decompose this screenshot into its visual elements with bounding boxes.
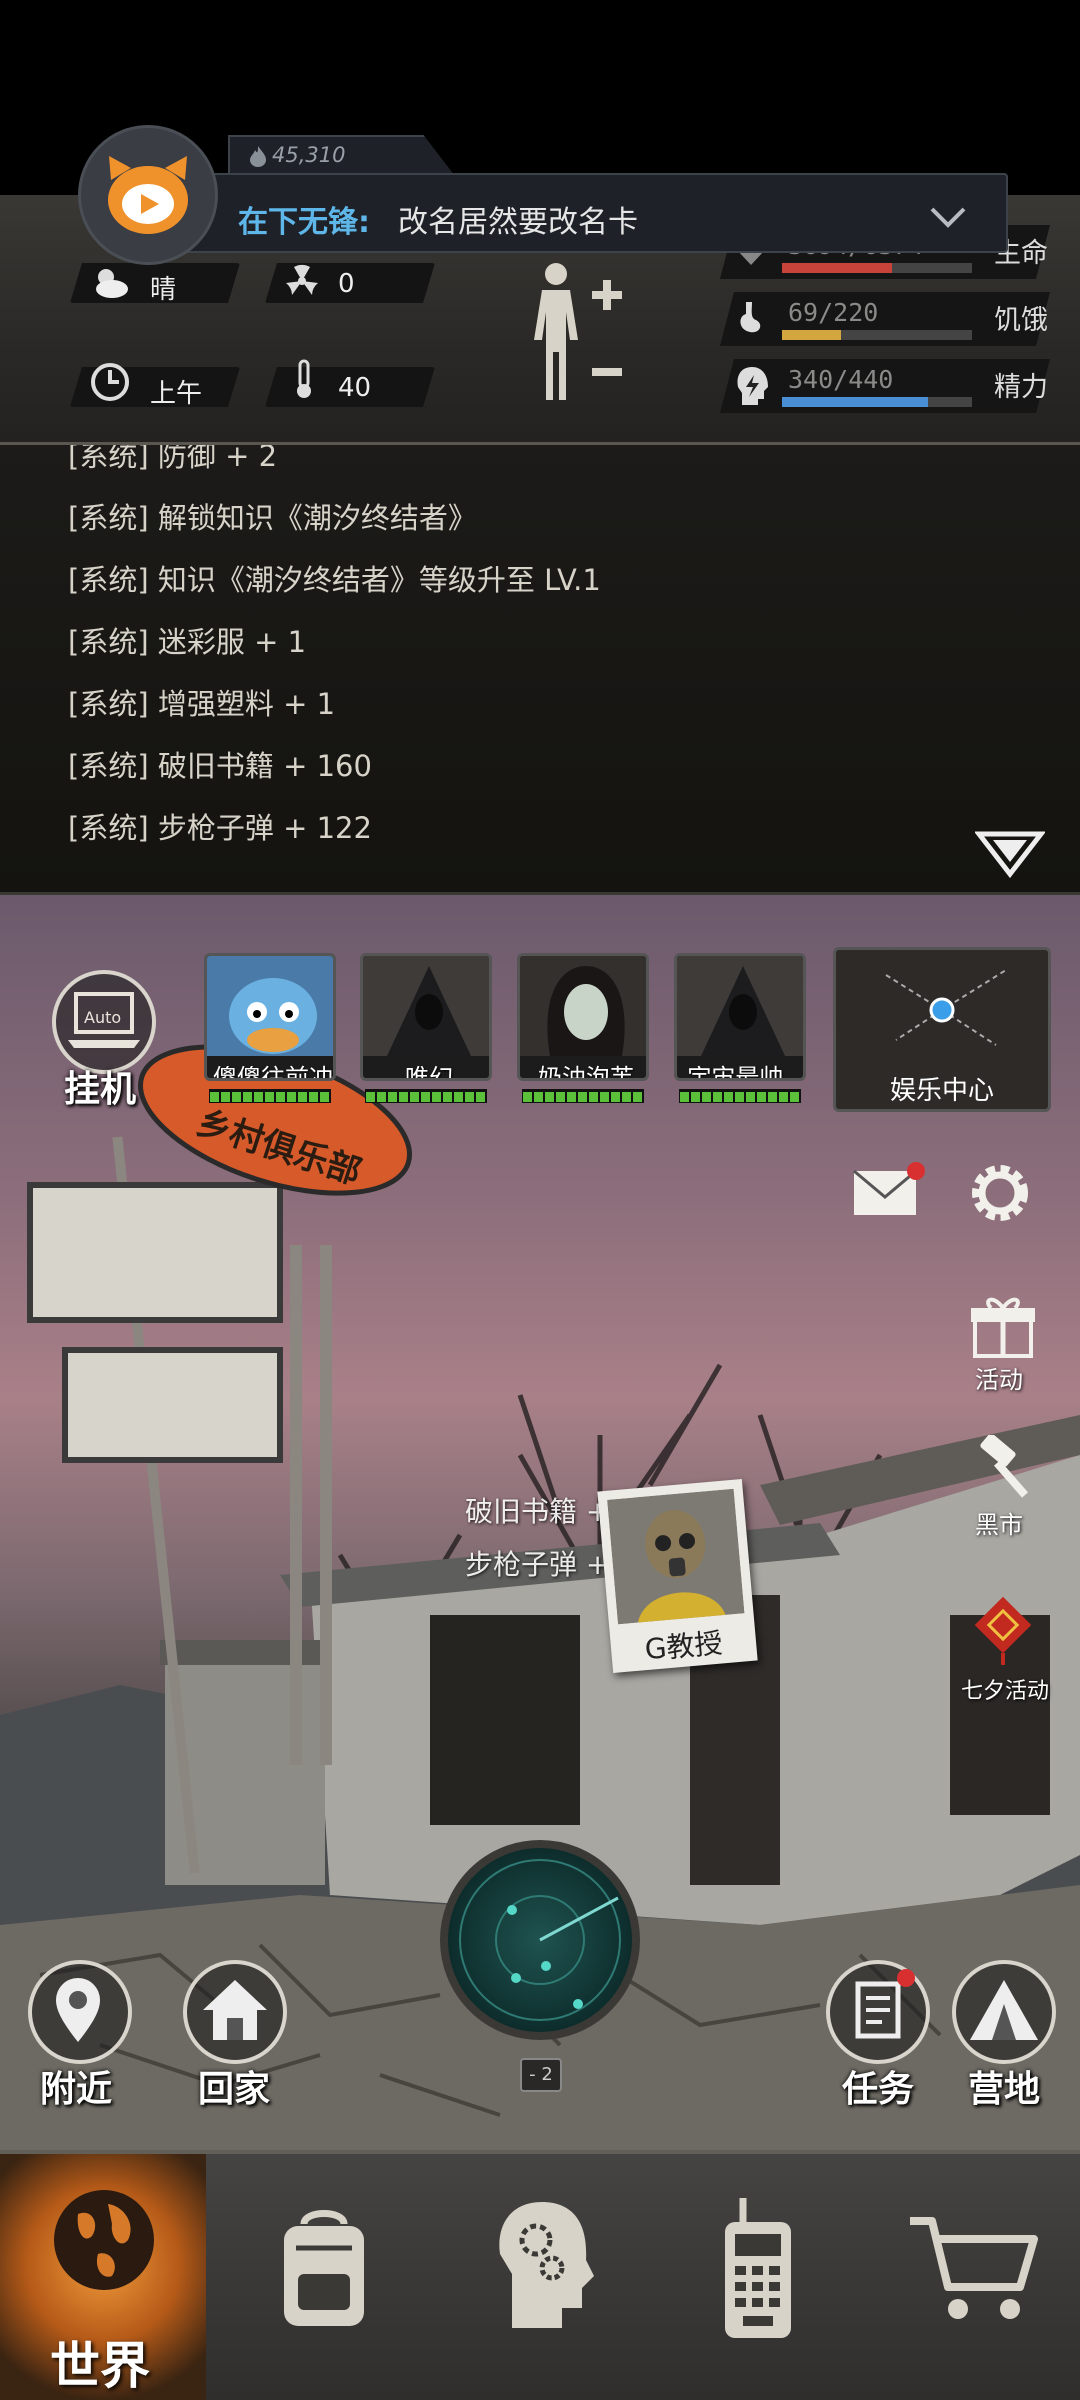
log-line: [系统] 防御 + 2 <box>68 445 278 473</box>
character-portrait-hooded <box>363 956 489 1056</box>
nav-world-label: 世界 <box>50 2337 150 2395</box>
character-portrait-hooded <box>677 956 803 1056</box>
party-member-hp <box>679 1089 801 1103</box>
party-member-card[interactable]: 宇宙最帅.. <box>674 953 806 1081</box>
world-scene[interactable]: 乡村俱乐部 Auto 挂机 傻傻往前冲 唯幻 奶油泡芙 宇宙最帅.. 娱乐中心 … <box>0 895 1080 2150</box>
radio-icon <box>725 2198 791 2338</box>
backpack-icon <box>284 2210 364 2326</box>
map-network-icon <box>885 969 1007 1046</box>
skills-head-icon <box>499 2202 594 2328</box>
notification-message: 改名居然要改名卡 <box>398 205 638 240</box>
cart-icon <box>910 2217 1038 2319</box>
sender-avatar[interactable] <box>78 125 218 265</box>
log-line: [系统] 迷彩服 + 1 <box>68 625 307 659</box>
nearby-label: 附近 <box>40 2069 113 2110</box>
radiation-icon <box>286 264 318 295</box>
energy-bar: 340/440 精力 <box>720 359 1050 413</box>
gift-icon <box>971 1297 1035 1358</box>
character-portrait-dragon <box>207 956 333 1056</box>
nav-shop-tab[interactable] <box>864 2154 1080 2400</box>
flame-icon <box>250 146 266 167</box>
system-log[interactable]: [系统] 防御 + 2 [系统] 解锁知识《潮汐终结者》 [系统] 知识《潮汐终结者… <box>0 445 1080 895</box>
activity-button[interactable]: 活动 <box>963 1290 1043 1400</box>
party-member-card[interactable]: 奶油泡芙 <box>517 953 649 1081</box>
npc-card[interactable]: G教授 <box>597 1479 758 1673</box>
tasks-button[interactable] <box>826 1960 930 2064</box>
tiger-mascot-icon <box>108 156 188 234</box>
log-line: [系统] 增强塑料 + 1 <box>68 687 336 721</box>
nav-world-tab[interactable]: 世界 <box>0 2154 206 2400</box>
home-button[interactable] <box>183 1960 287 2064</box>
location-pin-icon <box>56 1978 100 2042</box>
weather-icon <box>96 269 128 298</box>
thermometer-icon <box>297 359 311 398</box>
auto-idle-label: 挂机 <box>64 1069 137 1110</box>
chat-notification[interactable]: 45,310 在下无锋: 改名居然要改名卡 <box>78 125 1008 265</box>
party-member-card[interactable]: 傻傻往前冲 <box>204 953 336 1081</box>
nearby-button[interactable] <box>28 1960 132 2064</box>
tasks-label: 任务 <box>842 2069 915 2110</box>
party-member-name: 奶油泡芙 <box>538 1064 634 1081</box>
party-member-hp <box>209 1089 331 1103</box>
hunger-value: 69/220 <box>788 298 879 327</box>
party-member-hp <box>365 1089 487 1103</box>
energy-value: 340/440 <box>788 365 894 394</box>
black-market-button[interactable]: 黑市 <box>963 1433 1043 1545</box>
qixi-event-label: 七夕活动 <box>961 1679 1050 1704</box>
mail-button[interactable] <box>848 1157 928 1227</box>
stomach-icon <box>740 302 761 333</box>
gavel-icon <box>980 1433 1029 1498</box>
task-list-icon <box>855 1969 915 2039</box>
party-member-name: 傻傻往前冲 <box>213 1064 333 1081</box>
chevron-down-icon[interactable] <box>928 203 968 233</box>
hunger-label: 饥饿 <box>994 305 1048 336</box>
log-line: [系统] 破旧书籍 + 160 <box>68 749 372 783</box>
auto-icon-text: Auto <box>84 1008 122 1027</box>
camp-button[interactable] <box>952 1960 1056 2064</box>
tent-icon <box>970 1980 1038 2040</box>
activity-label: 活动 <box>975 1366 1023 1394</box>
party-member-card[interactable]: 唯幻 <box>360 953 492 1081</box>
clock-icon <box>91 363 129 401</box>
entertainment-center-label: 娱乐中心 <box>889 1076 994 1106</box>
radar-icon <box>459 1859 621 2021</box>
black-market-label: 黑市 <box>975 1511 1023 1539</box>
gear-icon <box>972 1165 1028 1221</box>
nav-skills-tab[interactable] <box>432 2154 648 2400</box>
notification-count: 45,310 <box>272 143 346 167</box>
sender-name: 在下无锋: <box>238 205 370 240</box>
radar-level: - 2 <box>520 2058 562 2092</box>
temperature-value: 40 <box>338 373 372 403</box>
energy-head-icon <box>737 367 768 405</box>
hunger-bar: 69/220 饥饿 <box>720 292 1050 346</box>
log-line: [系统] 解锁知识《潮汐终结者》 <box>68 501 477 535</box>
character-portrait-girl <box>520 956 646 1056</box>
mail-icon <box>853 1162 925 1215</box>
home-label: 回家 <box>198 2069 271 2110</box>
chinese-knot-icon <box>974 1596 1032 1665</box>
qixi-event-button[interactable]: 七夕活动 <box>953 1595 1053 1705</box>
nav-backpack-tab[interactable] <box>216 2154 432 2400</box>
weather-text: 晴 <box>150 275 177 305</box>
energy-label: 精力 <box>994 372 1048 403</box>
settings-button[interactable] <box>960 1153 1040 1233</box>
globe-icon <box>54 2190 154 2290</box>
expand-log-icon[interactable] <box>975 830 1045 880</box>
nav-radio-tab[interactable] <box>648 2154 864 2400</box>
body-status-icon[interactable] <box>520 260 630 410</box>
entertainment-center-button[interactable]: 娱乐中心 <box>833 947 1051 1112</box>
radiation-value: 0 <box>338 269 355 299</box>
auto-idle-button[interactable]: Auto <box>52 970 156 1074</box>
log-line: [系统] 步枪子弹 + 122 <box>68 811 372 845</box>
party-member-name: 宇宙最帅.. <box>687 1064 799 1081</box>
house-icon <box>203 1980 267 2040</box>
bottom-navigation: 世界 <box>0 2150 1080 2400</box>
time-of-day: 上午 <box>150 379 203 409</box>
party-member-hp <box>522 1089 644 1103</box>
party-member-name: 唯幻 <box>405 1064 453 1081</box>
log-line: [系统] 知识《潮汐终结者》等级升至 LV.1 <box>68 563 601 597</box>
camp-label: 营地 <box>968 2069 1041 2110</box>
radar-scanner[interactable] <box>440 1840 640 2040</box>
npc-portrait-gasmask <box>607 1488 745 1625</box>
